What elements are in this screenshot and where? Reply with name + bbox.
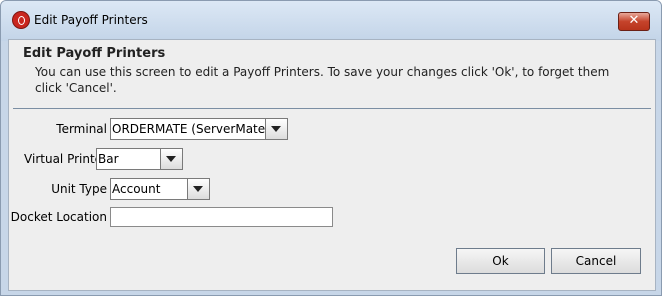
unit-type-combobox[interactable]: Account — [110, 178, 210, 200]
header-title: Edit Payoff Printers — [23, 46, 166, 61]
title-bar[interactable]: Edit Payoff Printers ✕ — [1, 1, 661, 41]
terminal-combobox[interactable]: ORDERMATE (ServerMate) — [110, 118, 288, 140]
unit-type-label: Unit Type — [51, 182, 107, 196]
terminal-label: Terminal — [56, 122, 107, 136]
docket-location-label: Docket Location — [10, 210, 107, 224]
chevron-down-icon[interactable] — [187, 179, 209, 199]
app-logo-icon — [12, 11, 30, 29]
dialog-window: Edit Payoff Printers ✕ Edit Payoff Print… — [0, 0, 662, 296]
header-description: You can use this screen to edit a Payoff… — [35, 65, 610, 95]
unit-type-value: Account — [112, 182, 161, 196]
header-separator — [13, 108, 651, 109]
chevron-down-icon[interactable] — [265, 119, 287, 139]
window-title: Edit Payoff Printers — [34, 13, 148, 27]
terminal-value: ORDERMATE (ServerMate) — [112, 122, 270, 136]
dialog-header: Edit Payoff Printers You can use this sc… — [9, 40, 655, 108]
close-button[interactable]: ✕ — [618, 12, 650, 31]
virtual-printer-combobox[interactable]: Bar — [96, 148, 183, 170]
cancel-button[interactable]: Cancel — [551, 248, 641, 274]
virtual-printer-label: Virtual Printer — [24, 152, 107, 166]
ok-button[interactable]: Ok — [456, 248, 545, 274]
chevron-down-icon[interactable] — [160, 149, 182, 169]
dialog-content: Edit Payoff Printers You can use this sc… — [8, 39, 656, 291]
docket-location-input[interactable] — [110, 207, 333, 227]
virtual-printer-value: Bar — [98, 152, 119, 166]
